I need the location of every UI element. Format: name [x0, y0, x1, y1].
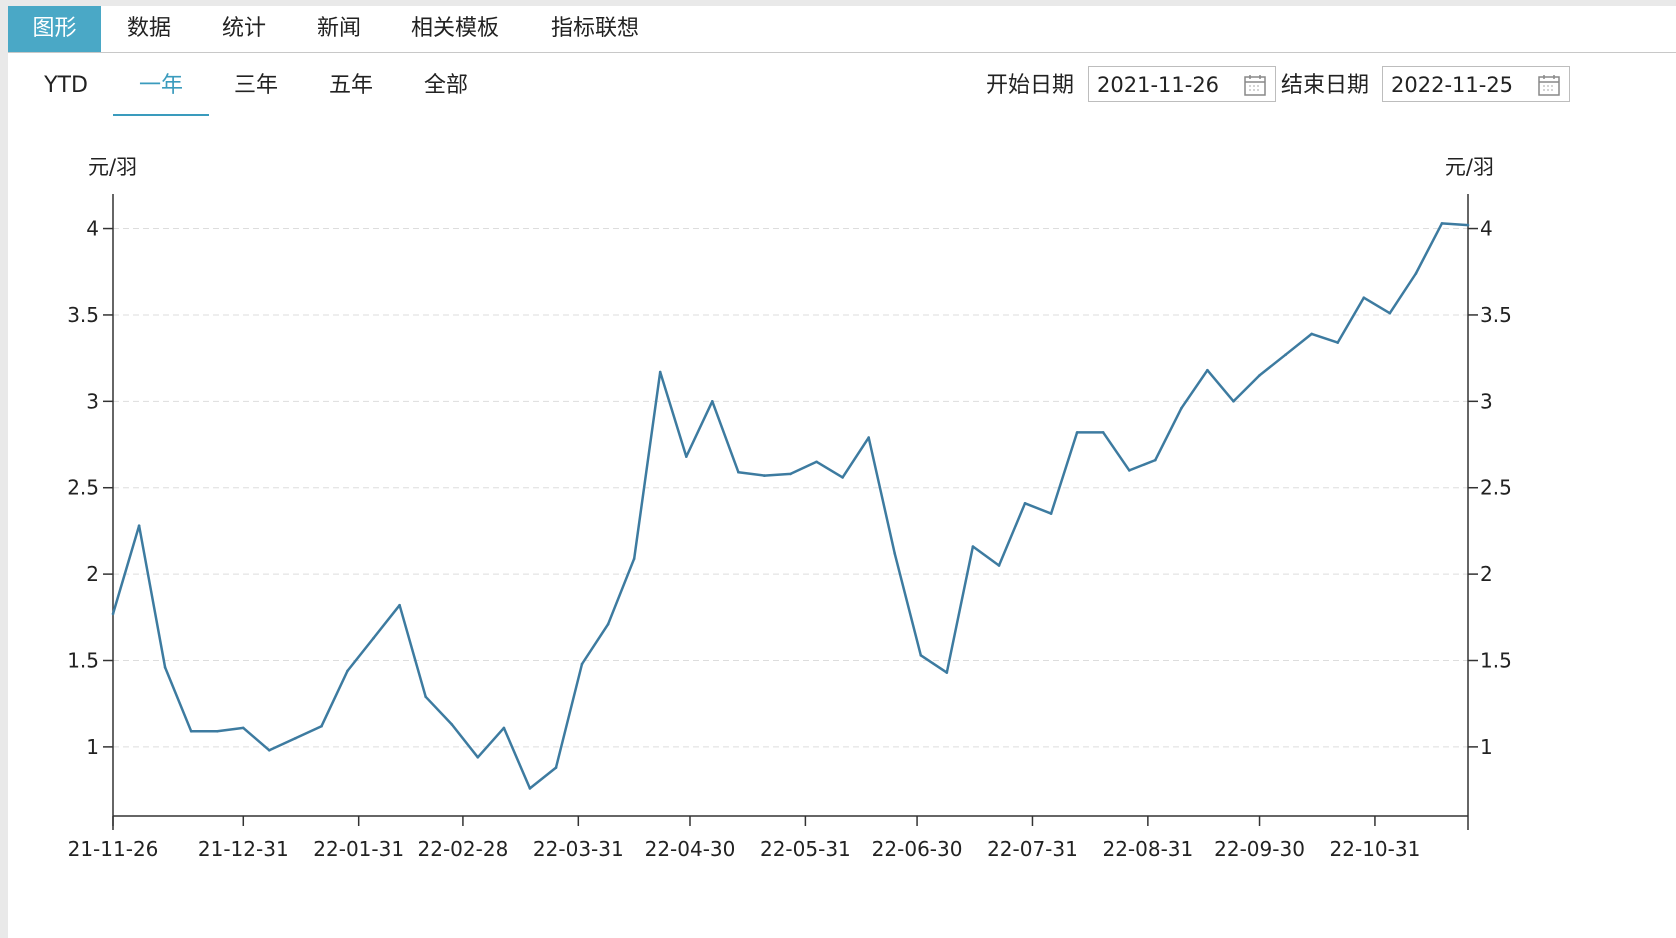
right-y-tick-label: 1.5 [1480, 649, 1512, 673]
right-y-unit: 元/羽 [1445, 155, 1494, 179]
data-point [1128, 469, 1131, 472]
data-point [268, 749, 271, 752]
data-point [1258, 374, 1261, 377]
data-point [372, 636, 375, 640]
data-point [476, 756, 480, 759]
data-point [893, 552, 896, 555]
x-tick-label: 22-01-31 [313, 837, 404, 861]
data-point [919, 654, 923, 657]
data-point [1388, 311, 1392, 315]
right-y-tick-label: 2.5 [1480, 476, 1512, 500]
left-y-unit: 元/羽 [88, 155, 137, 179]
left-y-tick-label: 3 [86, 389, 99, 413]
x-tick-label: 22-07-31 [987, 837, 1078, 861]
data-point [1023, 502, 1027, 505]
data-point [789, 472, 792, 476]
data-point [294, 737, 297, 740]
data-point [1075, 431, 1079, 434]
right-y-tick-label: 3.5 [1480, 303, 1512, 327]
price-line-chart: 元/羽 元/羽 1 1 1.5 1.5 2 2 2.5 2.5 3 3 3.5 3.5 4 4 21-11-… [67, 155, 1512, 861]
series-area [111, 222, 1470, 790]
data-point [1232, 400, 1235, 403]
data-point [163, 666, 167, 669]
data-point [867, 436, 870, 439]
x-tick-label: 22-06-30 [872, 837, 963, 861]
data-point [815, 460, 818, 464]
right-y-tick-label: 3 [1480, 389, 1493, 413]
data-point [189, 730, 193, 733]
x-tick-label: 22-04-30 [645, 837, 736, 861]
data-point [945, 671, 949, 674]
data-point [424, 695, 428, 699]
x-tick-label: 22-05-31 [760, 837, 851, 861]
data-point [528, 787, 532, 790]
grid-lines [113, 228, 1468, 748]
data-point [658, 370, 662, 374]
left-y-tick-label: 4 [86, 217, 99, 241]
data-point [1180, 406, 1183, 410]
chart-panel: 图形 数据 统计 新闻 相关模板 指标联想 YTD 一年 三年 五年 全部 开始… [8, 6, 1676, 938]
data-point [711, 400, 714, 403]
data-point [1440, 222, 1444, 225]
data-point [971, 545, 975, 548]
data-point [398, 603, 401, 607]
data-point [1362, 296, 1366, 300]
data-point [1284, 353, 1287, 357]
series-line [111, 222, 1469, 790]
data-point [606, 622, 610, 626]
data-point [685, 455, 688, 458]
data-point [1049, 512, 1053, 515]
data-point [737, 470, 740, 474]
data-point [502, 726, 506, 730]
right-y-tick-label: 1 [1480, 735, 1493, 759]
left-y-tick-label: 2 [86, 562, 99, 586]
x-tick-label: 22-02-28 [418, 837, 509, 861]
left-y-tick-label: 3.5 [67, 303, 99, 327]
data-point [320, 724, 323, 728]
right-y-tick-label: 2 [1480, 562, 1493, 586]
data-point [632, 557, 636, 560]
x-tick-label: 22-09-30 [1214, 837, 1305, 861]
left-y-tick-label: 2.5 [67, 476, 99, 500]
x-tick-label: 22-03-31 [533, 837, 624, 861]
data-point [997, 564, 1001, 567]
data-point [137, 524, 141, 527]
data-point [1154, 458, 1157, 462]
data-point [346, 669, 349, 673]
x-tick-label: 22-10-31 [1330, 837, 1421, 861]
data-point [1101, 431, 1105, 434]
data-point [763, 474, 766, 477]
data-point [111, 612, 115, 616]
data-point [1206, 368, 1209, 372]
axes: 元/羽 元/羽 1 1 1.5 1.5 2 2 2.5 2.5 3 3 3.5 3.5 4 4 21-11-… [67, 155, 1512, 861]
data-point [1336, 341, 1339, 344]
data-point [580, 662, 584, 666]
left-y-tick-label: 1 [86, 735, 99, 759]
x-tick-label: 22-08-31 [1102, 837, 1193, 861]
x-tick-label: 21-12-31 [198, 837, 289, 861]
x-tick-label: 21-11-26 [68, 837, 159, 861]
data-point [841, 476, 844, 479]
data-point [242, 726, 245, 730]
data-point [1310, 332, 1313, 336]
right-y-tick-label: 4 [1480, 217, 1493, 241]
data-point [450, 723, 454, 726]
data-point [1466, 223, 1470, 227]
data-point [554, 766, 558, 769]
data-point [1414, 272, 1418, 275]
left-y-tick-label: 1.5 [67, 649, 99, 673]
data-point [215, 730, 219, 733]
